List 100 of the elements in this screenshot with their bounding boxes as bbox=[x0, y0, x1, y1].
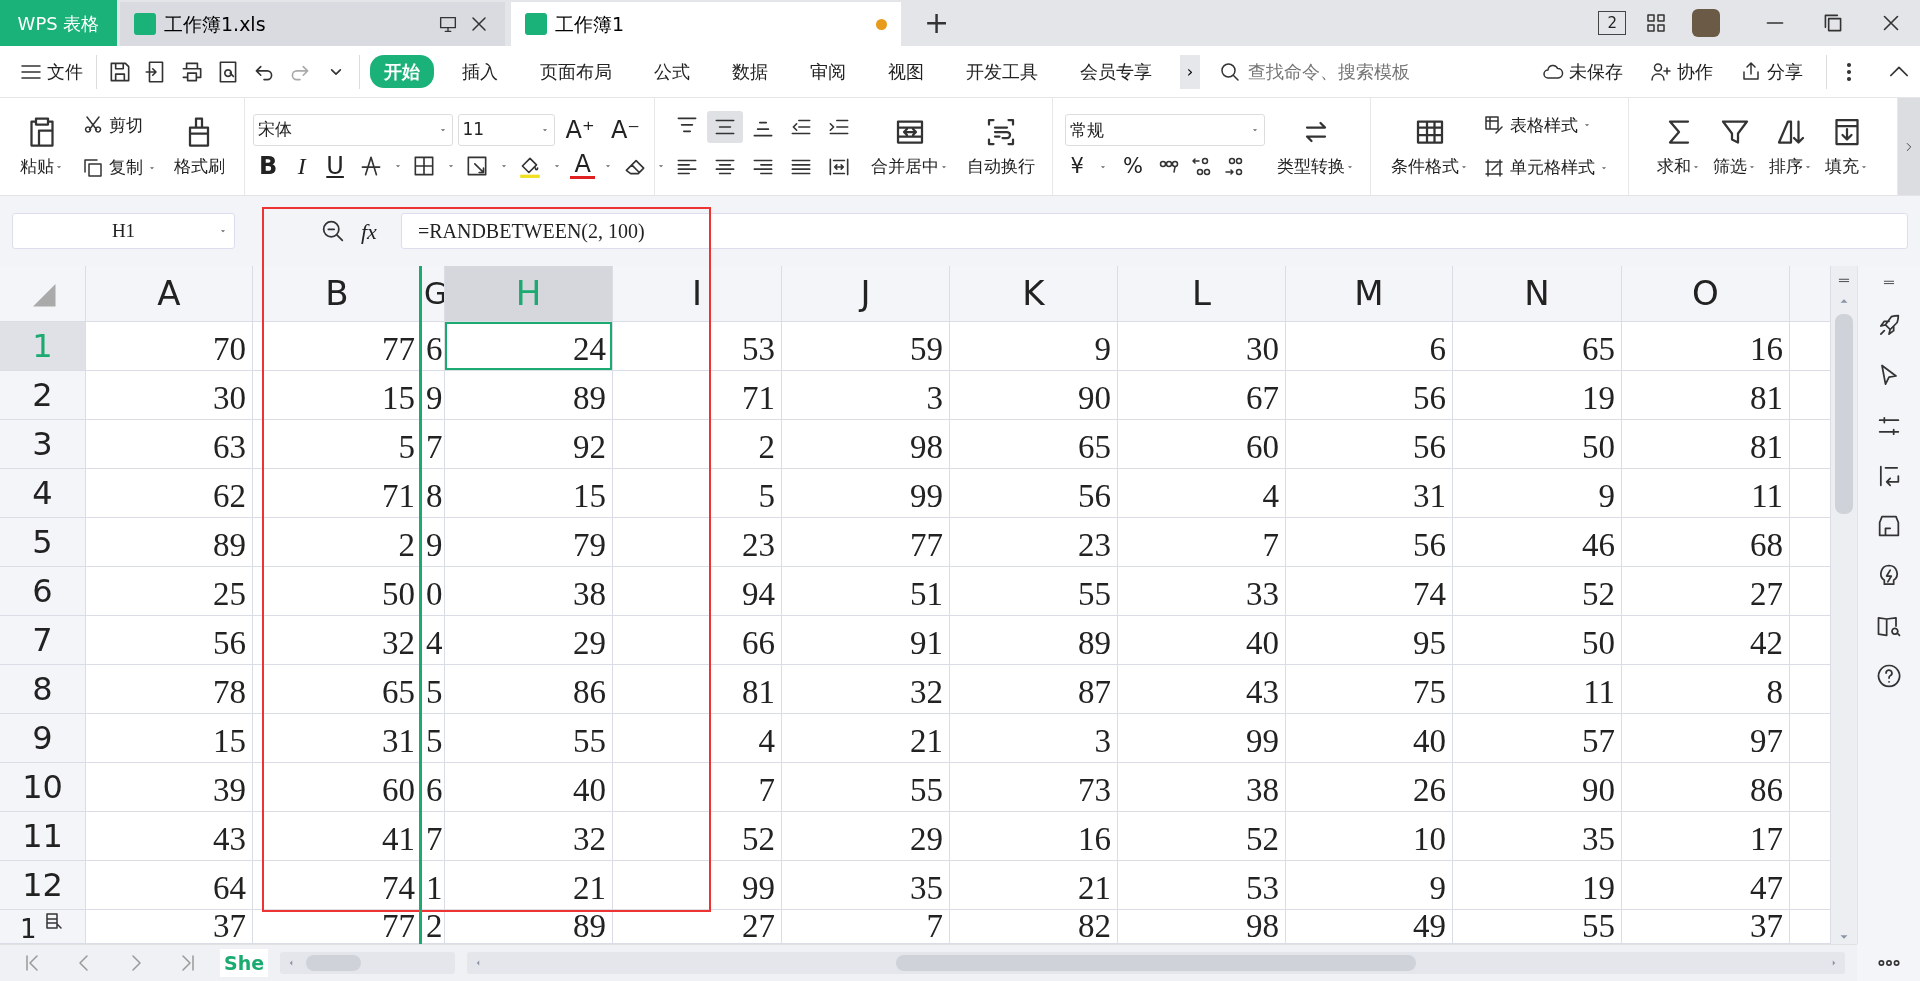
table-cell: 21 bbox=[445, 861, 613, 910]
table-cell: 56 bbox=[950, 469, 1118, 518]
row-header[interactable]: 12 bbox=[0, 861, 86, 910]
column-header[interactable]: M bbox=[1286, 266, 1453, 322]
row-header[interactable]: 3 bbox=[0, 420, 86, 469]
font-name-field[interactable]: 宋体 bbox=[253, 114, 454, 146]
bold-button[interactable]: B bbox=[253, 153, 284, 178]
more-tabs-button[interactable]: › bbox=[1180, 54, 1200, 89]
shrink-font-button[interactable]: A⁻ bbox=[604, 118, 646, 142]
ribbon-tab[interactable]: 开发工具 bbox=[952, 55, 1052, 88]
new-tab-button[interactable]: + bbox=[918, 0, 956, 46]
underline-button[interactable]: U bbox=[320, 153, 350, 178]
number-format-field[interactable]: 常规 bbox=[1064, 114, 1265, 147]
wrap-text-button[interactable]: 自动换行 bbox=[962, 113, 1039, 180]
column-header[interactable]: B bbox=[253, 266, 422, 322]
table-cell: 65 bbox=[1453, 322, 1622, 371]
sort-button[interactable]: 排序 bbox=[1765, 113, 1817, 180]
row-header[interactable]: 1 bbox=[0, 910, 86, 944]
file-menu[interactable]: 文件 bbox=[16, 58, 86, 85]
row-header[interactable]: 4 bbox=[0, 469, 86, 518]
table-cell: 6 bbox=[1286, 322, 1453, 371]
conditional-format-button[interactable]: 条件格式 bbox=[1387, 113, 1473, 180]
name-box[interactable]: H1 bbox=[12, 213, 235, 249]
merge-center-button[interactable]: 合并居中 bbox=[866, 113, 953, 180]
help-icon[interactable] bbox=[1875, 662, 1903, 690]
fill-button[interactable]: 填充 bbox=[1821, 113, 1873, 180]
sum-button[interactable]: 求和 bbox=[1653, 113, 1705, 180]
column-header[interactable]: J bbox=[782, 266, 950, 322]
document-tab[interactable]: 工作簿1 bbox=[511, 2, 901, 46]
row-header[interactable]: 9 bbox=[0, 714, 86, 763]
currency-button[interactable]: ¥ bbox=[1064, 156, 1090, 178]
column-header[interactable]: L bbox=[1118, 266, 1286, 322]
italic-button[interactable]: I bbox=[291, 153, 312, 178]
table-cell: 77 bbox=[782, 518, 950, 567]
table-cell: 29 bbox=[782, 812, 950, 861]
sheet-scrollbar[interactable] bbox=[280, 952, 456, 974]
format-painter-button[interactable]: 格式刷 bbox=[169, 113, 229, 180]
scrollbar-thumb[interactable] bbox=[1835, 314, 1853, 514]
table-cell: 53 bbox=[613, 322, 782, 371]
table-cell: 52 bbox=[1118, 812, 1286, 861]
column-header[interactable]: A bbox=[86, 266, 253, 322]
vertical-scrollbar[interactable] bbox=[1831, 266, 1857, 944]
ribbon-tab[interactable]: 页面布局 bbox=[526, 55, 626, 88]
row-header[interactable]: 8 bbox=[0, 665, 86, 714]
ribbon-tab[interactable]: 公式 bbox=[640, 55, 704, 88]
column-header[interactable]: G bbox=[422, 266, 445, 322]
row-header[interactable]: 2 bbox=[0, 371, 86, 420]
document-tab[interactable]: 工作簿1.xls bbox=[120, 2, 505, 46]
formula-field[interactable]: =RANDBETWEEN(2, 100) bbox=[400, 213, 1908, 249]
toolbar-action[interactable]: 分享 bbox=[1736, 58, 1806, 85]
table-cell: 60 bbox=[1118, 420, 1286, 469]
table-cell: 30 bbox=[1118, 322, 1286, 371]
paste-button[interactable]: 粘贴 bbox=[15, 113, 68, 180]
font-size-field[interactable]: 11 bbox=[457, 114, 556, 146]
cell-style-button[interactable]: 单元格样式 bbox=[1479, 155, 1612, 181]
convert-type-button[interactable]: 类型转换 bbox=[1272, 113, 1359, 180]
ribbon-tab[interactable]: 审阅 bbox=[796, 55, 860, 88]
copy-button[interactable]: 复制 bbox=[77, 155, 160, 181]
table-cell: 21 bbox=[950, 861, 1118, 910]
table-cell: 81 bbox=[1622, 371, 1790, 420]
cut-button[interactable]: 剪切 bbox=[77, 112, 160, 138]
table-cell: 23 bbox=[613, 518, 782, 567]
row-header[interactable]: 11 bbox=[0, 812, 86, 861]
table-cell: 38 bbox=[445, 567, 613, 616]
column-header[interactable]: O bbox=[1622, 266, 1790, 322]
table-cell: 52 bbox=[1453, 567, 1622, 616]
horizontal-scrollbar[interactable] bbox=[467, 952, 1845, 974]
search-field[interactable]: 查找命令、搜索模板 bbox=[1218, 57, 1518, 86]
table-cell: 52 bbox=[613, 812, 782, 861]
toolbar-action[interactable]: 协作 bbox=[1646, 58, 1716, 85]
function-button[interactable]: fx bbox=[361, 214, 377, 248]
ribbon-tab[interactable]: 插入 bbox=[448, 55, 512, 88]
column-header[interactable]: I bbox=[613, 266, 782, 322]
ribbon-tab[interactable]: 会员专享 bbox=[1066, 55, 1166, 88]
table-cell: 71 bbox=[613, 371, 782, 420]
row-header[interactable]: 10 bbox=[0, 763, 86, 812]
column-header[interactable]: K bbox=[950, 266, 1118, 322]
table-cell: 16 bbox=[950, 812, 1118, 861]
grow-font-button[interactable]: A⁺ bbox=[559, 118, 601, 142]
toolbar-action[interactable]: 未保存 bbox=[1538, 58, 1626, 85]
row-header[interactable]: 7 bbox=[0, 616, 86, 665]
window-count[interactable]: 2 bbox=[1598, 10, 1626, 36]
table-cell: 92 bbox=[445, 420, 613, 469]
row-header[interactable]: 6 bbox=[0, 567, 86, 616]
column-header[interactable]: N bbox=[1453, 266, 1622, 322]
avatar-placeholder[interactable] bbox=[1692, 9, 1720, 37]
table-cell: 62 bbox=[86, 469, 253, 518]
table-style-button[interactable]: 表格样式 bbox=[1479, 112, 1612, 138]
table-cell: 97 bbox=[1622, 714, 1790, 763]
ribbon-tab[interactable]: 数据 bbox=[718, 55, 782, 88]
table-cell: 56 bbox=[1286, 371, 1453, 420]
percent-button[interactable]: % bbox=[1116, 156, 1149, 178]
font-color-button[interactable]: A bbox=[570, 152, 595, 179]
table-cell: 17 bbox=[1622, 812, 1790, 861]
align-middle-button[interactable] bbox=[706, 110, 743, 143]
table-cell: 9 bbox=[1453, 469, 1622, 518]
row-header[interactable]: 5 bbox=[0, 518, 86, 567]
table-cell: 91 bbox=[782, 616, 950, 665]
filter-button[interactable]: 筛选 bbox=[1709, 113, 1761, 180]
ribbon-tab[interactable]: 视图 bbox=[874, 55, 938, 88]
